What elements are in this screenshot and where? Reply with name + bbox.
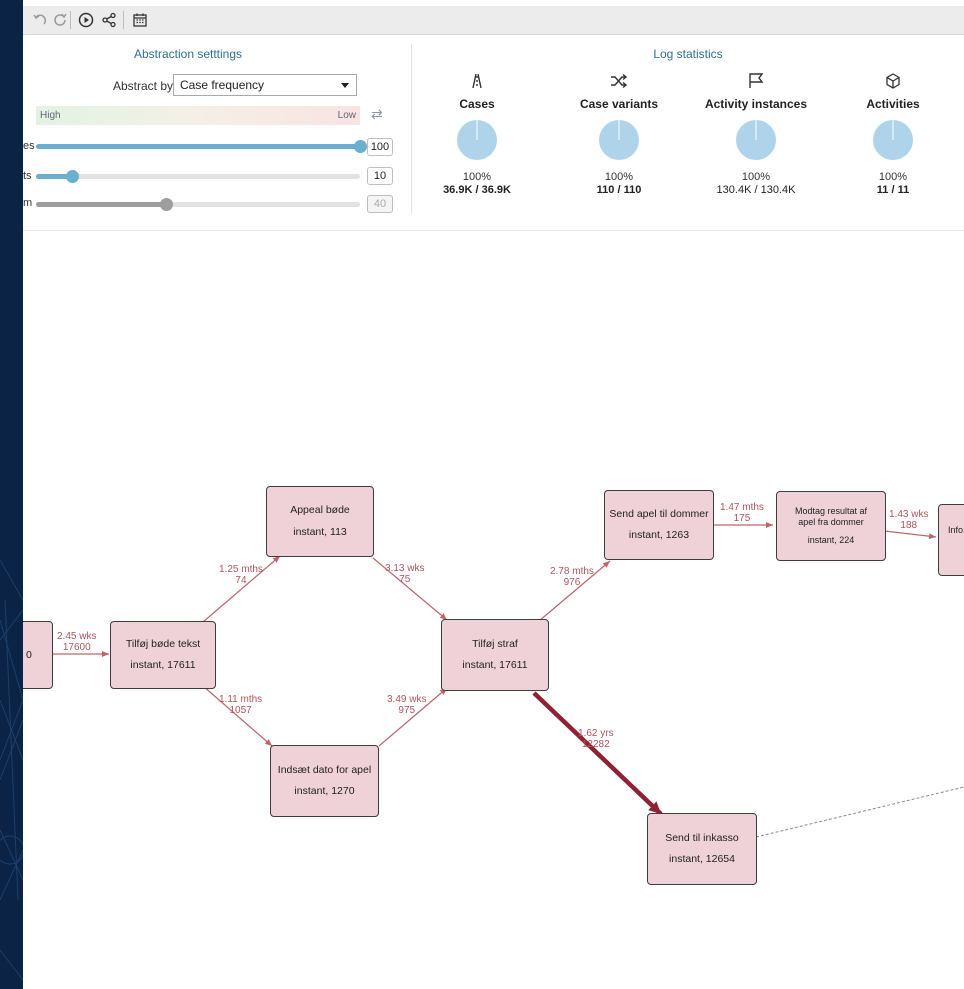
calendar-icon[interactable] — [129, 9, 151, 31]
high-label: High — [40, 110, 61, 121]
stat-count: 130.4K / 130.4K — [716, 184, 796, 196]
slider-activities[interactable] — [36, 140, 367, 153]
dashed-edge[interactable] — [755, 786, 964, 838]
process-node[interactable]: Info — [938, 504, 964, 576]
slider-third[interactable] — [36, 198, 360, 211]
process-node[interactable]: 0 — [23, 621, 53, 689]
stat-case-variants: Case variants 100% 110 / 110 — [564, 70, 674, 196]
flag-icon — [701, 70, 811, 92]
process-mining-app: Abstraction setttings Abstract by Case f… — [23, 0, 964, 989]
edge-label: 1.25 mths 74 — [219, 564, 263, 586]
stat-cases: Cases 100% 36.9K / 36.9K — [422, 70, 532, 196]
slider-fill — [36, 202, 166, 207]
slider-label-third: m — [23, 197, 33, 209]
stat-activities: Activities 100% 11 / 11 — [838, 70, 948, 196]
slider-handle[interactable] — [65, 170, 79, 183]
log-statistics-title: Log statistics — [653, 47, 723, 61]
process-node[interactable]: Send apel til dommer instant, 1263 — [604, 490, 714, 560]
panel-divider — [411, 44, 412, 214]
stat-percent: 100% — [878, 171, 908, 183]
stat-label: Activity instances — [704, 97, 808, 111]
stat-label: Case variants — [579, 97, 659, 111]
stat-label: Cases — [459, 97, 495, 111]
slider-value-third: 40 — [367, 195, 393, 213]
low-label: Low — [337, 110, 356, 121]
edge-label: 3.13 wks 75 — [385, 563, 425, 585]
stat-pie — [599, 120, 639, 160]
process-node[interactable]: Modtag resultat af apel fra dommer insta… — [776, 491, 886, 561]
edge-label: 1.62 yrs 12282 — [578, 728, 614, 750]
stat-pie — [873, 120, 913, 160]
process-node[interactable]: Tilføj straf instant, 17611 — [441, 619, 549, 691]
process-node[interactable]: Appeal bøde instant, 113 — [266, 486, 374, 557]
edge-label: 2.45 wks 17600 — [57, 631, 97, 653]
edge-line-major[interactable] — [532, 691, 663, 816]
slider-handle[interactable] — [354, 140, 367, 153]
slider-fill — [36, 144, 360, 149]
slider-value-connections[interactable]: 10 — [367, 167, 393, 185]
slider-connections[interactable] — [36, 170, 360, 183]
share-icon[interactable] — [98, 9, 120, 31]
stat-pie — [736, 120, 776, 160]
process-node[interactable]: Indsæt dato for apel instant, 1270 — [270, 745, 379, 817]
edge-label: 1.43 wks 188 — [889, 509, 929, 531]
road-icon — [422, 70, 532, 92]
cube-icon — [838, 70, 948, 92]
process-map[interactable]: 0 Tilføj bøde tekst instant, 17611 Appea… — [23, 231, 964, 989]
play-icon[interactable] — [75, 9, 97, 31]
edge-label: 1.11 mths 1057 — [219, 694, 263, 716]
stat-percent: 100% — [462, 171, 492, 183]
toolbar — [23, 6, 964, 35]
abstract-by-label: Abstract by — [113, 79, 174, 93]
process-node[interactable]: Send til inkasso instant, 12654 — [647, 813, 757, 885]
stat-percent: 100% — [741, 171, 771, 183]
high-low-scale: High Low — [36, 106, 360, 125]
edge-label: 2.78 mths 976 — [550, 566, 594, 588]
swap-icon[interactable]: ⇄ — [371, 106, 383, 123]
stat-activity-instances: Activity instances 100% 130.4K / 130.4K — [701, 70, 811, 196]
edge-label: 3.49 wks 975 — [387, 694, 427, 716]
process-map-edges — [53, 522, 964, 838]
stat-pie — [457, 120, 497, 160]
process-node[interactable]: Tilføj bøde tekst instant, 17611 — [110, 621, 216, 689]
stat-count: 11 / 11 — [876, 184, 910, 196]
stat-percent: 100% — [604, 171, 634, 183]
shuffle-icon — [564, 70, 674, 92]
abstract-by-value: Case frequency — [180, 78, 265, 92]
redo-icon[interactable] — [49, 9, 71, 31]
edge-label: 1.47 mths 175 — [720, 502, 764, 524]
slider-handle[interactable] — [159, 198, 173, 211]
slider-value-activities[interactable]: 100 — [367, 138, 393, 156]
stat-count: 110 / 110 — [596, 184, 642, 196]
stat-count: 36.9K / 36.9K — [443, 184, 511, 196]
edge-line[interactable] — [884, 530, 937, 540]
abstract-by-select[interactable]: Case frequency — [173, 74, 357, 96]
slider-label-activities: es — [23, 140, 35, 152]
stat-label: Activities — [866, 97, 920, 111]
chevron-down-icon — [341, 83, 349, 88]
abstraction-settings-title: Abstraction setttings — [133, 47, 243, 61]
slider-label-connections: ts — [23, 170, 32, 182]
undo-icon[interactable] — [29, 9, 51, 31]
